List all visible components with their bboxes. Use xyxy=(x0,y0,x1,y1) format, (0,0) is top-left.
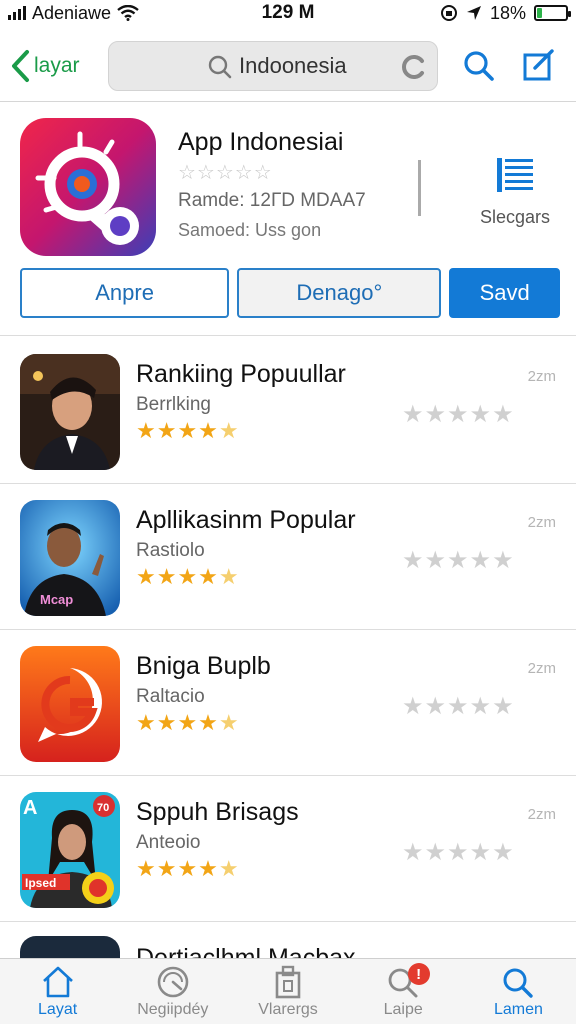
rate-stars[interactable]: ★★★★★ xyxy=(402,546,515,575)
list-item-size: 2zm xyxy=(527,514,556,531)
tab-search[interactable]: Lamen xyxy=(461,959,576,1024)
status-bar: Adeniawe 129 M 18% xyxy=(0,0,576,26)
battery-percent: 18% xyxy=(489,2,526,23)
divider xyxy=(418,160,426,216)
list-item[interactable]: Bniga Buplb Raltacio ★★★★★ 2zm ★★★★★ xyxy=(0,630,576,776)
rate-stars[interactable]: ★★★★★ xyxy=(402,692,515,721)
app-title: App Indonesiai xyxy=(178,128,344,156)
list-item-size: 2zm xyxy=(527,660,556,677)
tab-label: Negiipdéy xyxy=(137,1001,209,1018)
list-item-partial[interactable]: Dertiaclhml Macbax xyxy=(0,922,576,962)
list-item-title: Sppuh Brisags xyxy=(136,798,299,826)
tab-box[interactable]: Vlarergs xyxy=(230,959,345,1024)
list-item-title: Rankiing Popuullar xyxy=(136,360,346,388)
svg-text:Ipsed: Ipsed xyxy=(25,876,56,890)
categories-button[interactable]: Slecgars xyxy=(470,156,560,228)
rate-stars[interactable]: ★★★★★ xyxy=(402,838,515,867)
list-item-title: Bniga Buplb xyxy=(136,652,271,680)
list-item[interactable]: Rankiing Popuullar Berrlking ★★★★★ 2zm ★… xyxy=(0,338,576,484)
nav-actions xyxy=(462,48,566,83)
search-bar[interactable] xyxy=(108,40,438,91)
list-item-rating: ★★★★★ xyxy=(136,418,240,443)
action-buttons: Anpre Denago° Savd xyxy=(20,268,560,320)
back-button[interactable]: layar xyxy=(10,49,100,83)
list-item-size: 2zm xyxy=(527,806,556,823)
rate-stars[interactable]: ★★★★★ xyxy=(402,400,515,429)
list-item-rating: ★★★★★ xyxy=(136,564,240,589)
action-button-1[interactable]: Anpre xyxy=(20,268,230,318)
app-icon[interactable] xyxy=(20,118,156,256)
signal-icon xyxy=(8,6,26,20)
list-item-subtitle: Anteoio xyxy=(136,832,201,853)
svg-text:70: 70 xyxy=(97,802,109,814)
app-list: Rankiing Popuullar Berrlking ★★★★★ 2zm ★… xyxy=(0,338,576,922)
tab-navigation[interactable]: Negiipdéy xyxy=(115,959,230,1024)
search-input[interactable] xyxy=(239,52,389,79)
app-rating-stars: ☆☆☆☆☆ xyxy=(178,162,273,184)
tab-label: Laipe xyxy=(383,1001,423,1018)
box-icon xyxy=(275,965,301,999)
list-item-rating: ★★★★★ xyxy=(136,856,240,881)
search-icon[interactable] xyxy=(462,49,496,83)
app-thumbnail xyxy=(20,646,120,762)
tab-search-updates[interactable]: ! Laipe xyxy=(346,959,461,1024)
featured-app: App Indonesiai ☆☆☆☆☆ Ramde: 12ГD MDAA7 S… xyxy=(0,104,576,336)
status-right: 18% xyxy=(440,2,571,24)
save-button[interactable]: Savd xyxy=(449,268,560,318)
notification-badge: ! xyxy=(407,963,430,985)
categories-label: Slecgars xyxy=(479,207,551,227)
search-icon xyxy=(208,55,232,78)
lock-rotation-icon xyxy=(440,5,457,21)
compose-icon[interactable] xyxy=(522,48,556,83)
app-thumbnail: Mcap xyxy=(20,500,120,616)
tab-bar: Layat Negiipdéy Vlarergs ! Laipe Lamen xyxy=(0,958,576,1024)
list-item[interactable]: A 70 Ipsed Sppuh Brisags Anteoio ★★★★★ 2… xyxy=(0,776,576,922)
app-thumbnail: A 70 Ipsed xyxy=(20,792,120,908)
refresh-icon[interactable] xyxy=(401,54,427,80)
app-thumbnail xyxy=(20,354,120,470)
back-label: layar xyxy=(34,53,80,77)
gauge-icon xyxy=(157,966,189,998)
tab-home[interactable]: Layat xyxy=(0,959,115,1024)
app-meta-secondary: Samoed: Uss gon xyxy=(178,220,322,240)
list-item-size: 2zm xyxy=(527,368,556,385)
svg-text:A: A xyxy=(23,797,37,819)
list-item-title: Apllikasinm Popular xyxy=(136,506,356,534)
list-item-subtitle: Rastiolo xyxy=(136,540,205,561)
list-icon xyxy=(497,158,533,192)
wifi-icon xyxy=(117,5,139,21)
search-icon xyxy=(503,968,534,998)
list-item-subtitle: Raltacio xyxy=(136,686,205,707)
chevron-left-icon xyxy=(12,49,29,82)
tab-label: Layat xyxy=(38,1001,78,1018)
location-icon xyxy=(466,6,481,20)
action-button-2[interactable]: Denago° xyxy=(237,268,442,318)
app-meta-primary: Ramde: 12ГD MDAA7 xyxy=(178,190,366,211)
carrier-name: Adeniawe xyxy=(32,2,112,23)
list-item-subtitle: Berrlking xyxy=(136,394,211,415)
tab-label: Vlarergs xyxy=(258,1001,318,1018)
svg-text:Mcap: Mcap xyxy=(40,592,73,607)
status-left: Adeniawe xyxy=(8,3,139,24)
battery-icon xyxy=(534,5,571,21)
tab-label: Lamen xyxy=(493,1001,543,1018)
list-item-rating: ★★★★★ xyxy=(136,710,240,735)
navigation-bar: layar xyxy=(0,30,576,102)
home-icon xyxy=(42,966,73,998)
battery-fill xyxy=(537,8,543,18)
list-item[interactable]: Mcap Apllikasinm Popular Rastiolo ★★★★★ … xyxy=(0,484,576,630)
